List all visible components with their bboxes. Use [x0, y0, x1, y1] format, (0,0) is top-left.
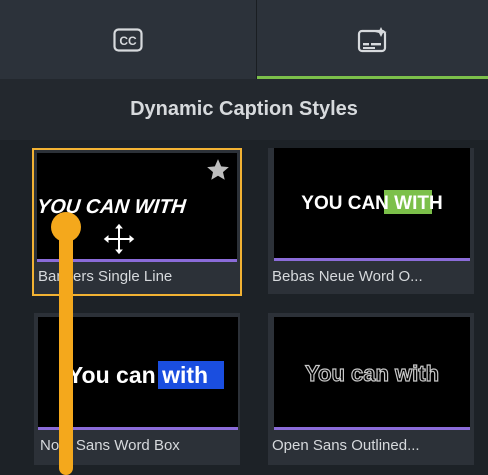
style-card-bebas[interactable]: YOU CAN WITH Bebas Neue Word O...: [268, 148, 474, 294]
svg-text:You can with: You can with: [68, 362, 208, 388]
preview-text: YOU CAN: [301, 193, 394, 214]
preview-divider: [274, 427, 470, 430]
style-name: Open Sans Outlined...: [272, 437, 420, 454]
preview-highlight-word: WITH: [394, 193, 443, 214]
panel-header: Dynamic Caption Styles: [0, 79, 488, 140]
tab-bar: CC: [0, 0, 488, 79]
style-name: Bebas Neue Word O...: [272, 268, 423, 285]
preview-divider: [274, 258, 470, 261]
style-card-open-sans[interactable]: You can with Open Sans Outlined...: [268, 313, 474, 465]
preview-graphic: YOU CAN WITH: [301, 190, 443, 214]
svg-text:YOU CAN WITH: YOU CAN WITH: [301, 193, 442, 214]
favorite-star-icon[interactable]: [205, 157, 231, 183]
move-cursor-icon: [102, 222, 136, 256]
cursor-indicator: [51, 212, 81, 242]
style-preview: YOU CAN WITH: [274, 148, 470, 258]
tab-captions[interactable]: CC: [0, 0, 256, 79]
preview-highlight-word: with: [161, 362, 208, 388]
cursor-trail: [59, 230, 73, 475]
panel-title: Dynamic Caption Styles: [130, 98, 358, 120]
preview-text: You can with: [305, 361, 439, 386]
preview-graphic: You can with: [304, 360, 439, 386]
preview-text: You can: [68, 362, 162, 388]
svg-text:CC: CC: [119, 34, 137, 48]
tab-caption-styles[interactable]: [257, 0, 488, 79]
cc-icon: CC: [113, 27, 143, 52]
style-preview: You can with: [274, 317, 470, 427]
caption-style-icon: [357, 26, 387, 52]
